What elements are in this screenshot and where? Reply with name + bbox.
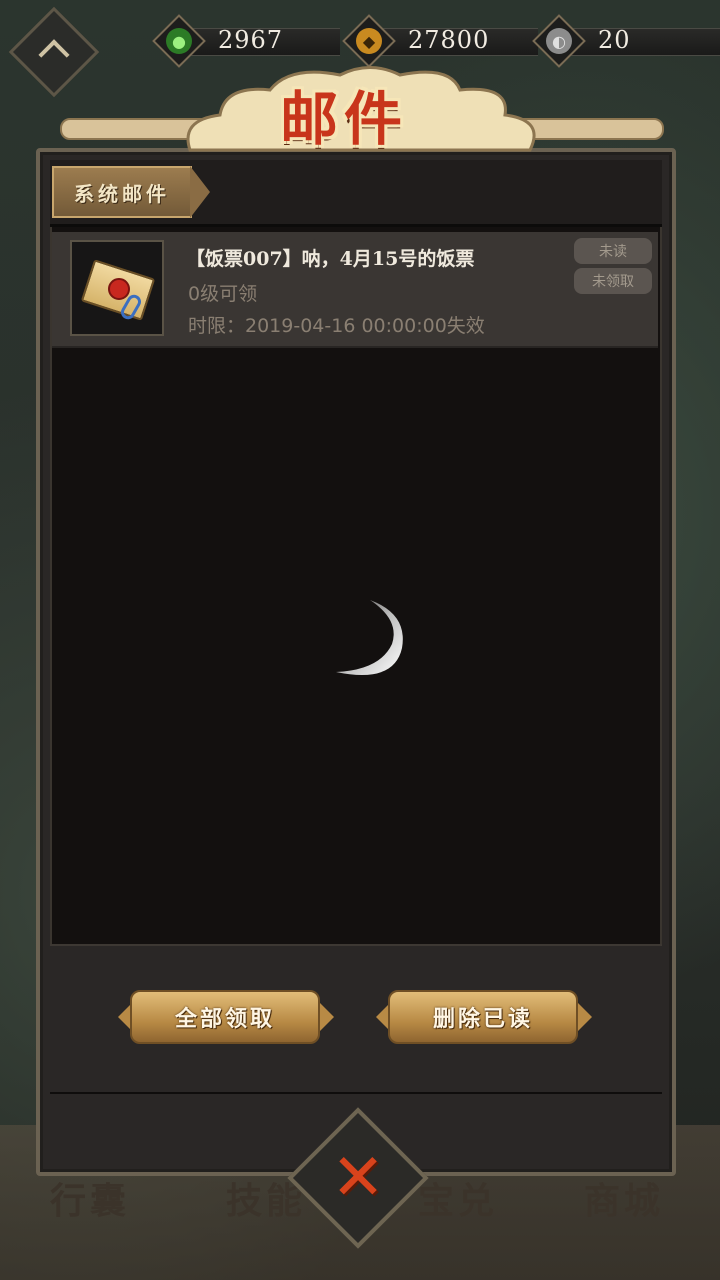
mail-expiry: 时限：2019-04-16 00:00:00失效 (188, 315, 485, 337)
delete-read-button[interactable]: 删除已读 (388, 990, 578, 1044)
leaf-gem-icon: ● (166, 28, 192, 54)
resource-gold-value: 27800 (408, 26, 490, 54)
mail-level-requirement: 0级可领 (188, 283, 258, 305)
chevron-up-icon (38, 39, 70, 71)
page-title: 邮件 (280, 85, 409, 153)
status-badge-unread: 未读 (574, 238, 652, 264)
mail-title: 【饭票007】呐，4月15号的饭票 (186, 248, 475, 270)
resource-jade-value: 2967 (218, 26, 284, 54)
delete-read-button-wing-right (578, 1003, 592, 1031)
status-badge-unclaimed: 未领取 (574, 268, 652, 294)
silver-coin-icon: ◐ (546, 28, 572, 54)
loading-spinner-icon (336, 600, 403, 675)
bottom-nav-shop: 商城 (584, 1180, 665, 1222)
gold-coin-icon: ◆ (356, 28, 382, 54)
resource-silver-bar (562, 28, 720, 56)
envelope-icon (70, 240, 164, 336)
resource-jade: ● 2967 (152, 14, 340, 68)
bottom-nav-bag: 行囊 (50, 1180, 131, 1222)
close-icon[interactable]: ✕ (318, 1138, 398, 1218)
claim-all-button-wing-right (320, 1003, 334, 1031)
wax-seal-icon (108, 278, 130, 300)
bottom-nav-treasure: 宝兑 (418, 1180, 499, 1222)
resource-gold: ◆ 27800 (342, 14, 540, 68)
resource-silver: ◐ 20 (532, 14, 720, 68)
tab-system-mail[interactable]: 系统邮件 (52, 166, 192, 218)
resource-silver-value: 20 (598, 26, 631, 54)
tab-arrow (190, 166, 210, 218)
claim-all-button[interactable]: 全部领取 (130, 990, 320, 1044)
